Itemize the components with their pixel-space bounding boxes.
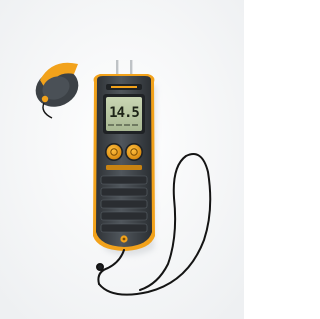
right-button xyxy=(126,144,142,160)
moisture-meter-photo xyxy=(0,0,244,319)
left-button xyxy=(106,144,122,160)
probe-pin-left xyxy=(116,60,119,76)
lcd-reading: 14.5 xyxy=(109,105,140,121)
product-photo: 14.5 xyxy=(0,0,244,319)
probe-pin-right xyxy=(130,60,133,76)
